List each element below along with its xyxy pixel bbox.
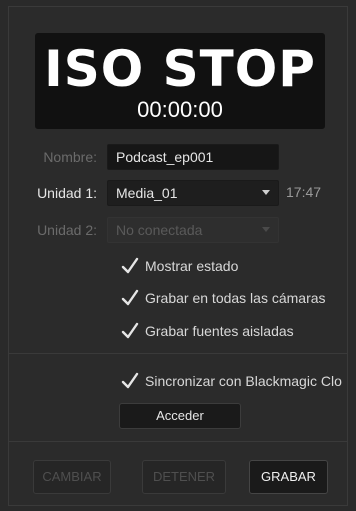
record-iso-sources-label: Grabar fuentes aisladas xyxy=(145,323,294,339)
stop-button[interactable]: DETENER xyxy=(142,460,226,494)
checkmark-icon xyxy=(121,289,139,306)
unit2-select[interactable]: No conectada xyxy=(107,217,279,243)
unit1-selected-value: Media_01 xyxy=(116,185,178,201)
unit1-time-remaining: 17:47 xyxy=(286,184,322,200)
change-button[interactable]: CAMBIAR xyxy=(33,460,111,494)
record-button[interactable]: GRABAR xyxy=(249,460,328,494)
checkmark-icon xyxy=(121,372,139,389)
checkmark-icon xyxy=(121,257,139,274)
access-button[interactable]: Acceder xyxy=(119,403,241,429)
unit2-selected-value: No conectada xyxy=(116,222,203,238)
record-all-cameras-label: Grabar en todas las cámaras xyxy=(145,290,326,306)
section-divider xyxy=(9,353,347,354)
chevron-down-icon xyxy=(262,190,270,195)
sync-blackmagic-label: Sincronizar con Blackmagic Clo xyxy=(145,373,342,389)
section-divider xyxy=(9,441,347,442)
chevron-down-icon xyxy=(262,227,270,232)
checkmark-icon xyxy=(121,322,139,339)
file-name-input[interactable]: Podcast_ep001 xyxy=(107,144,279,170)
status-title: ISO STOP xyxy=(44,40,316,98)
record-timecode: 00:00:00 xyxy=(137,97,223,122)
unit1-label: Unidad 1: xyxy=(37,185,97,201)
record-status-display: ISO STOP 00:00:00 xyxy=(35,33,325,129)
name-label: Nombre: xyxy=(43,149,97,165)
iso-record-panel: ISO STOP 00:00:00 Nombre: Podcast_ep001 … xyxy=(8,6,348,506)
show-status-label: Mostrar estado xyxy=(145,258,239,274)
unit1-select[interactable]: Media_01 xyxy=(107,180,279,206)
unit2-label: Unidad 2: xyxy=(37,222,97,238)
